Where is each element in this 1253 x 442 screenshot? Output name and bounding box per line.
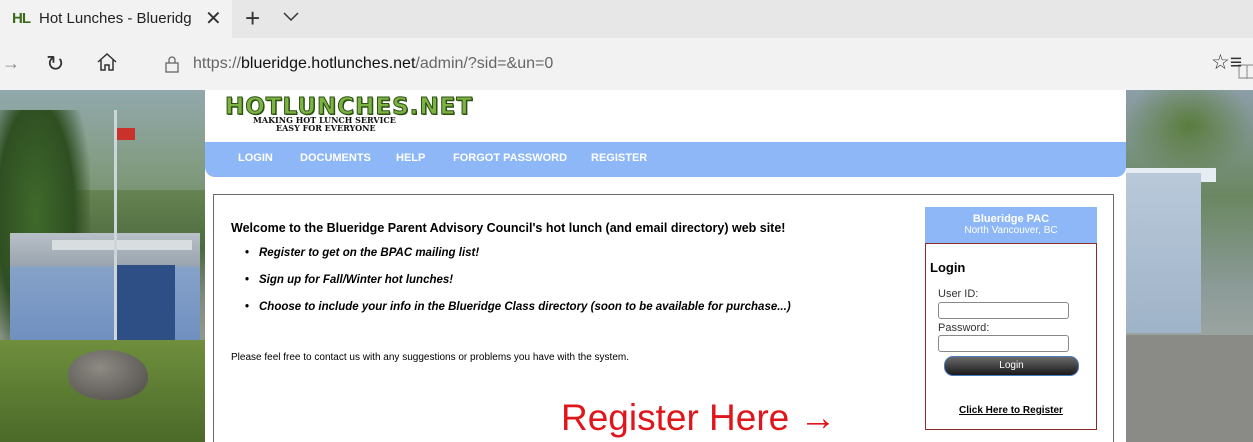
- login-button[interactable]: Login: [944, 356, 1079, 376]
- school-photo-right: [1126, 90, 1253, 442]
- pac-header: Blueridge PAC North Vancouver, BC: [925, 207, 1097, 243]
- contact-text: Please feel free to contact us with any …: [231, 352, 629, 363]
- user-id-label: User ID:: [938, 288, 979, 300]
- browser-tab-bar: HL Hot Lunches - Blueridge ✕ +: [0, 0, 1253, 38]
- menu-help[interactable]: HELP: [396, 152, 425, 164]
- forward-icon[interactable]: →: [2, 53, 20, 74]
- password-label: Password:: [938, 322, 990, 334]
- register-here-annotation: Register Here →: [561, 397, 837, 438]
- site-favicon-icon: HL: [12, 10, 31, 27]
- feature-list: • Register to get on the BPAC mailing lis…: [245, 247, 791, 328]
- chevron-down-icon[interactable]: [281, 6, 301, 26]
- login-box: Login User ID: Password: Login Click Her…: [925, 243, 1097, 430]
- pac-location: North Vancouver, BC: [964, 225, 1058, 236]
- pac-name: Blueridge PAC: [972, 213, 1050, 225]
- address-bar[interactable]: https://blueridge.hotlunches.net/admin/?…: [147, 47, 1253, 81]
- site-header: HOTLUNCHES.NET MAKING HOT LUNCH SERVICE …: [205, 90, 1126, 142]
- home-icon[interactable]: [95, 50, 119, 74]
- list-item: • Register to get on the BPAC mailing lis…: [245, 247, 480, 259]
- welcome-heading: Welcome to the Blueridge Parent Advisory…: [231, 221, 786, 235]
- tab-title: Hot Lunches - Blueridge: [39, 10, 191, 27]
- list-item: • Sign up for Fall/Winter hot lunches!: [245, 274, 454, 286]
- list-item: • Choose to include your info in the Blue…: [245, 301, 791, 313]
- web-page: HOTLUNCHES.NET MAKING HOT LUNCH SERVICE …: [0, 90, 1253, 442]
- school-photo-left: [0, 90, 205, 442]
- login-title: Login: [930, 260, 966, 275]
- main-menu: LOGIN DOCUMENTS HELP FORGOT PASSWORD REG…: [205, 142, 1126, 177]
- browser-nav-bar: → ↻ https://blueridge.hotlunches.net/adm…: [0, 38, 1253, 90]
- menu-login[interactable]: LOGIN: [238, 152, 273, 164]
- user-id-input[interactable]: [938, 302, 1069, 319]
- password-input[interactable]: [938, 335, 1069, 352]
- url-text[interactable]: https://blueridge.hotlunches.net/admin/?…: [193, 55, 553, 73]
- refresh-icon[interactable]: ↻: [46, 51, 64, 77]
- new-tab-icon[interactable]: +: [245, 3, 260, 34]
- menu-forgot-password[interactable]: FORGOT PASSWORD: [453, 152, 567, 164]
- close-tab-icon[interactable]: ✕: [205, 6, 222, 31]
- menu-register[interactable]: REGISTER: [591, 152, 647, 164]
- menu-documents[interactable]: DOCUMENTS: [300, 152, 371, 164]
- lock-icon: [165, 56, 179, 73]
- logo-tagline-2: EASY FOR EVERYONE: [276, 123, 376, 133]
- favorites-icon[interactable]: ☆≡: [1211, 50, 1242, 75]
- browser-tab[interactable]: HL Hot Lunches - Blueridge ✕: [0, 0, 232, 38]
- register-link[interactable]: Click Here to Register: [959, 405, 1063, 416]
